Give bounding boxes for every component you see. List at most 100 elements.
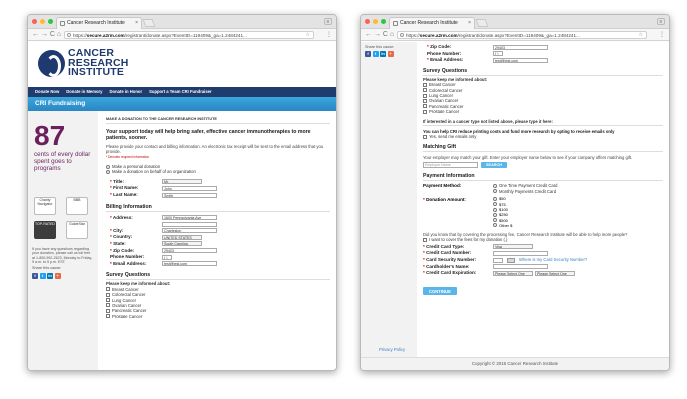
- new-tab-button[interactable]: [142, 19, 156, 27]
- guidestar-badge: GuideStar: [66, 221, 88, 239]
- employer-name-input[interactable]: Employer Name: [423, 162, 478, 169]
- linkedin-icon[interactable]: in: [47, 273, 53, 279]
- exp-year-select[interactable]: Please Select One: [535, 270, 575, 276]
- required-note: * Denotes required information: [106, 155, 150, 159]
- address-bar-row: ← → C ⌂ https://secure.a2rm.com/registra…: [28, 29, 336, 41]
- close-window-button[interactable]: [365, 19, 370, 24]
- card-text-field[interactable]: [493, 264, 548, 270]
- page-footer: Copyright © 2016 Cancer Research Institu…: [361, 357, 669, 370]
- phone-number-row: Phone Number: ( ): [106, 254, 330, 261]
- text-field[interactable]: ( ): [162, 254, 172, 260]
- select-field[interactable]: Mr.: [162, 179, 202, 185]
- twitter-icon[interactable]: t: [372, 51, 379, 57]
- other-cancer-label: If interested in a cancer type not liste…: [423, 119, 663, 127]
- card-field-row: * Card Security Number: Where is my Card …: [423, 257, 588, 263]
- card-type-select[interactable]: Visa: [493, 244, 533, 250]
- stat-caption: cents of every dollar spent goes to prog…: [34, 151, 91, 172]
- email-address-row: * Email Address: test@test.com: [106, 261, 330, 268]
- text-field[interactable]: John: [162, 185, 217, 191]
- user-profile-icon[interactable]: ≡: [657, 18, 665, 25]
- continue-button[interactable]: CONTINUE: [423, 287, 457, 296]
- matching-gift-text: Your employer may match your gift. Enter…: [423, 155, 633, 161]
- nav-donate-honor[interactable]: Donate in Honor: [110, 87, 143, 97]
- donation-amount-row: * Donation Amount: $50 $75 $100 $250 $500 Oth…: [423, 196, 513, 228]
- maximize-window-button[interactable]: [48, 19, 53, 24]
- facebook-icon[interactable]: f: [365, 51, 371, 57]
- text-field[interactable]: Smith: [162, 192, 217, 198]
- nav-buttons[interactable]: ← → C ⌂: [365, 31, 394, 39]
- survey-title: Survey Questions: [423, 68, 663, 76]
- page-icon: [60, 21, 65, 26]
- security-number-help-link[interactable]: Where is my Card Security Number?: [519, 257, 587, 263]
- url-input[interactable]: https://secure.a2rm.com/registrant/donat…: [64, 31, 314, 39]
- star-icon[interactable]: ☆: [639, 32, 644, 38]
- city-row: * City: Charleston: [106, 228, 330, 235]
- text-field[interactable]: 29403: [162, 248, 217, 254]
- survey-options: Breast Cancer Colorectal Cancer Lung Cance…: [106, 287, 330, 319]
- email-address-row: * Email Address: test@test.com: [423, 57, 663, 64]
- field-label: State:: [113, 240, 126, 246]
- page-banner: CRI Fundraising: [28, 97, 336, 111]
- first-name-row: * First Name: John: [106, 185, 330, 192]
- text-field[interactable]: 1600 Pennsylvania Ave: [162, 215, 217, 221]
- text-field[interactable]: 29403: [493, 44, 548, 50]
- close-tab-icon[interactable]: ×: [468, 18, 471, 29]
- radio-monthly-payment[interactable]: Monthly Payments Credit Card: [493, 189, 557, 194]
- close-window-button[interactable]: [32, 19, 37, 24]
- share-plus-icon[interactable]: +: [387, 51, 394, 57]
- lead-text: Your support today will help bring safer…: [106, 129, 311, 141]
- url-input[interactable]: https://secure.a2rm.com/registrant/donat…: [397, 31, 647, 39]
- radio-organization-donation[interactable]: Make a donation on behalf of an organiza…: [106, 169, 330, 174]
- survey-checkbox[interactable]: Prostate Cancer: [423, 109, 663, 114]
- twitter-icon[interactable]: t: [39, 273, 46, 279]
- nav-donate-memory[interactable]: Donate in Memory: [66, 87, 102, 97]
- share-plus-icon[interactable]: +: [54, 273, 61, 279]
- maximize-window-button[interactable]: [381, 19, 386, 24]
- text-field[interactable]: ( ): [493, 51, 503, 57]
- billing-title: Billing Information: [106, 204, 330, 212]
- minimize-window-button[interactable]: [373, 19, 378, 24]
- menu-icon[interactable]: ⋮: [659, 31, 666, 38]
- search-button[interactable]: SEARCH: [481, 162, 508, 169]
- survey-checkbox[interactable]: Prostate Cancer: [106, 314, 330, 319]
- field-label: Email Address:: [430, 57, 464, 63]
- last-name-row: * Last Name: Smith: [106, 192, 330, 199]
- tab-title: Cancer Research Institute: [67, 20, 125, 26]
- lock-icon: [400, 33, 404, 37]
- social-links: f t in +: [365, 51, 394, 57]
- amount-radio[interactable]: Other $: [493, 223, 512, 228]
- select-field[interactable]: South Carolina: [162, 241, 202, 247]
- cover-fees-checkbox[interactable]: I want to cover the fees for my donation…: [423, 237, 663, 242]
- address-row: * Address: 1600 Pennsylvania Ave: [106, 215, 330, 222]
- user-profile-icon[interactable]: ≡: [324, 18, 332, 25]
- text-field[interactable]: test@test.com: [162, 261, 217, 267]
- browser-window-left: Cancer Research Institute × ≡ ← → C ⌂ ht…: [27, 14, 337, 371]
- linkedin-icon[interactable]: in: [380, 51, 386, 57]
- privacy-policy-link[interactable]: Privacy Policy: [379, 347, 405, 352]
- page-icon: [393, 21, 398, 26]
- new-tab-button[interactable]: [475, 19, 489, 27]
- facebook-icon[interactable]: f: [32, 273, 38, 279]
- matching-gift-title: Matching Gift: [423, 144, 663, 153]
- text-field[interactable]: [162, 221, 217, 227]
- page-content: CANCER RESEARCH INSTITUTE Donate Now Don…: [28, 42, 336, 370]
- minimize-window-button[interactable]: [40, 19, 45, 24]
- card-text-field[interactable]: [493, 250, 548, 256]
- nav-buttons[interactable]: ← → C ⌂: [32, 31, 61, 39]
- close-tab-icon[interactable]: ×: [135, 18, 138, 29]
- text-field[interactable]: test@test.com: [493, 57, 548, 63]
- menu-icon[interactable]: ⋮: [326, 31, 333, 38]
- card-text-field[interactable]: [493, 257, 503, 263]
- lock-icon: [67, 33, 71, 37]
- exp-month-select[interactable]: Please Select One: [493, 270, 533, 276]
- email-only-checkbox[interactable]: Yes, send me emails only: [423, 134, 663, 139]
- sidebar: 87 cents of every dollar spent goes to p…: [28, 111, 98, 370]
- card-field-row: * Credit Card Type: Visa: [423, 244, 663, 251]
- nav-support-team[interactable]: Support a Team CRI Fundraiser: [149, 87, 212, 97]
- browser-tab[interactable]: Cancer Research Institute ×: [56, 17, 142, 29]
- nav-donate-now[interactable]: Donate Now: [35, 87, 59, 97]
- select-field[interactable]: UNITED STATES: [162, 234, 202, 240]
- star-icon[interactable]: ☆: [306, 32, 311, 38]
- text-field[interactable]: Charleston: [162, 228, 217, 234]
- browser-tab[interactable]: Cancer Research Institute ×: [389, 17, 475, 29]
